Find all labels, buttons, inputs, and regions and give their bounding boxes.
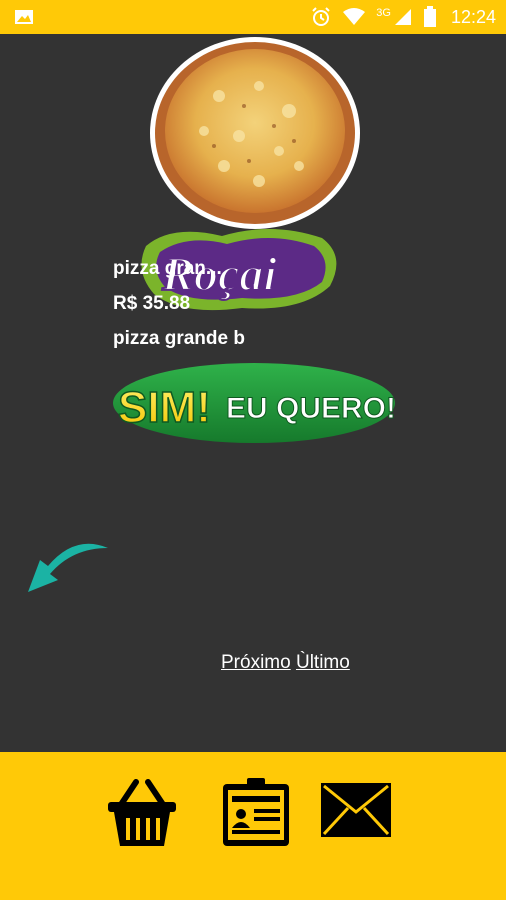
mail-icon[interactable] — [320, 782, 392, 838]
next-link[interactable]: Próximo — [221, 652, 291, 673]
last-link[interactable]: Ùltimo — [296, 652, 350, 673]
product-description: pizza grande b — [113, 328, 245, 349]
buy-button[interactable]: SIM! EU QUERO! — [112, 362, 396, 444]
buy-button-part2: EU QUERO! — [226, 392, 396, 425]
basket-icon[interactable] — [106, 778, 178, 848]
bottom-nav — [0, 752, 506, 900]
wifi-icon — [343, 8, 366, 25]
status-bar: 3G 12:24 — [0, 0, 506, 34]
product-price: R$ 35.88 — [113, 293, 191, 314]
alarm-icon — [312, 7, 330, 26]
battery-icon — [423, 6, 436, 27]
clock: 12:24 — [450, 6, 496, 27]
signal-icon — [394, 9, 411, 25]
buy-button-part1: SIM! — [118, 383, 211, 432]
pagination: Próximo Ùltimo — [221, 652, 350, 674]
pizza-image — [150, 37, 360, 229]
main-content: Roçai pizza gran... R$ 35.88 pizza grand… — [0, 34, 506, 752]
back-arrow-icon[interactable] — [20, 536, 112, 598]
product-name: pizza gran... — [113, 258, 222, 279]
network-type-label: 3G — [376, 7, 391, 19]
contact-card-icon[interactable] — [221, 778, 291, 848]
image-icon — [15, 10, 33, 24]
